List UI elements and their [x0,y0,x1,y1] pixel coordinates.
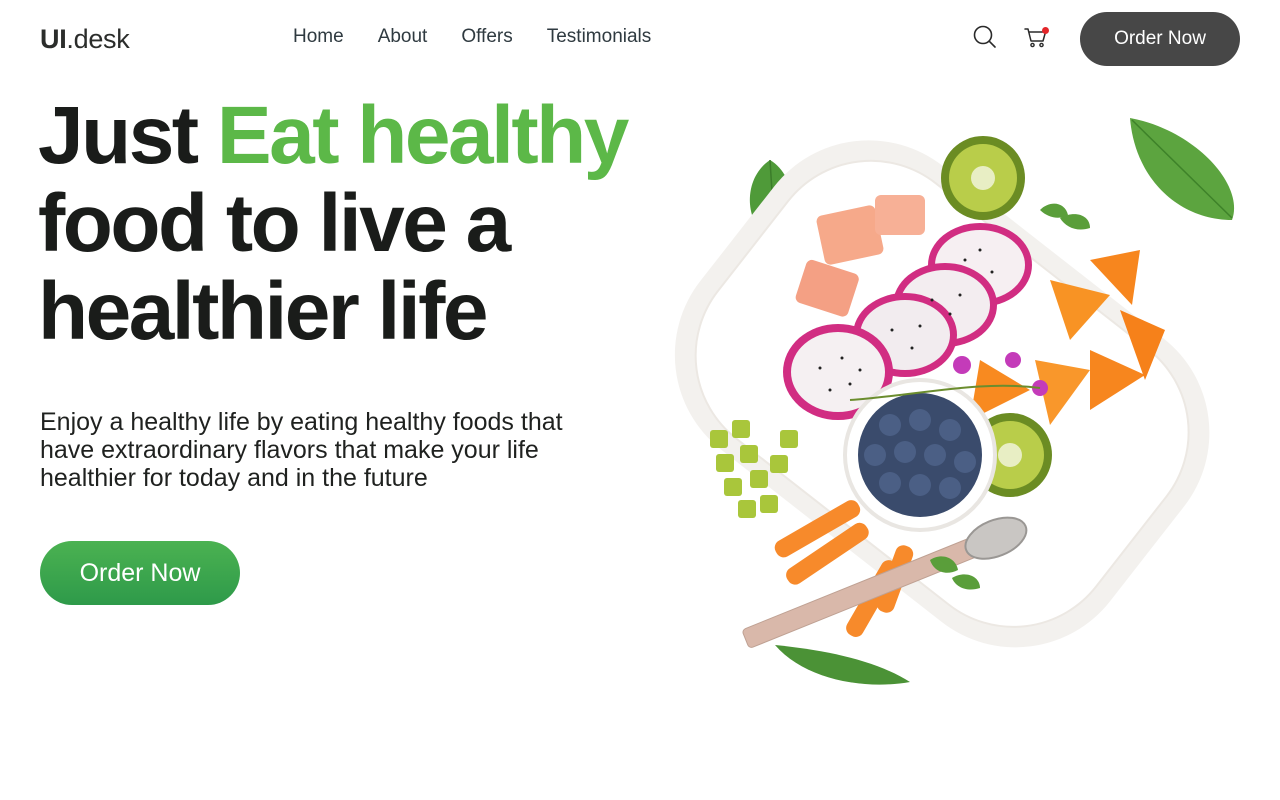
brand-logo[interactable]: UI.desk [40,24,130,55]
brand-logo-main: UI [40,24,67,54]
nav-testimonials[interactable]: Testimonials [547,26,652,48]
cart-badge [1042,27,1049,34]
header-order-button[interactable]: Order Now [1080,12,1240,66]
nav-home[interactable]: Home [293,26,344,48]
nav-about[interactable]: About [378,26,428,48]
hero-headline: Just Eat healthy food to live a healthier… [38,92,678,356]
headline-part2: food to live a healthier life [38,178,511,357]
headline-accent: Eat healthy [216,90,629,181]
search-icon[interactable] [972,24,998,50]
fruit-platter-image [620,90,1260,710]
leaf-icon [775,645,910,685]
hero-description: Enjoy a healthy life by eating healthy f… [40,408,563,492]
main-nav: Home About Offers Testimonials [293,26,651,48]
brand-logo-rest: .desk [66,24,130,54]
nav-offers[interactable]: Offers [461,26,512,48]
headline-part1: Just [38,90,217,181]
hero-order-button[interactable]: Order Now [40,541,240,605]
